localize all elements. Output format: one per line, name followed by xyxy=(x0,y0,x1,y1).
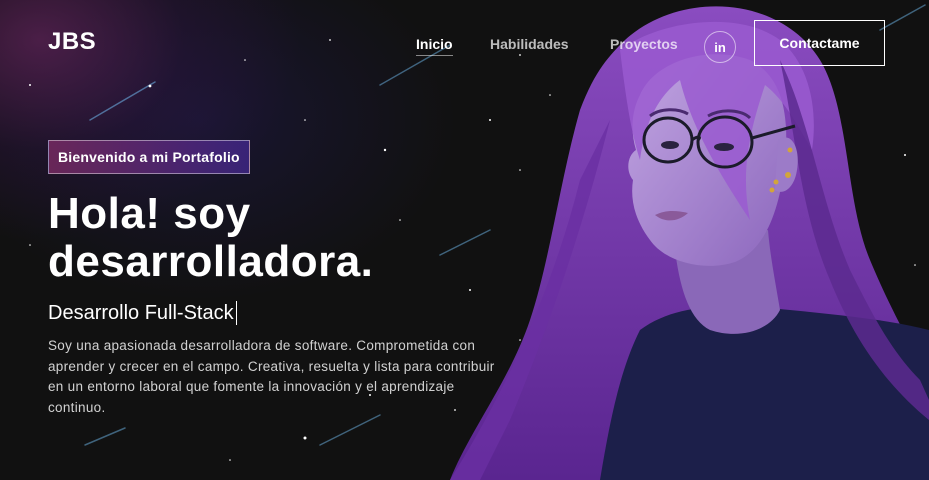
star xyxy=(303,436,307,440)
logo[interactable]: JBS xyxy=(48,28,96,56)
shooting-star xyxy=(319,414,381,446)
star xyxy=(29,244,31,246)
linkedin-icon[interactable]: in xyxy=(704,31,736,63)
top-navbar: JBS Inicio Habilidades Proyectos in Cont… xyxy=(0,0,929,90)
star xyxy=(229,459,231,461)
nav-link-proyectos[interactable]: Proyectos xyxy=(610,36,678,52)
hero-title: Hola! soy desarrolladora. xyxy=(48,190,508,286)
star xyxy=(304,119,306,121)
linkedin-label: in xyxy=(714,39,726,55)
hero-section: Bienvenido a mi Portafolio Hola! soy des… xyxy=(48,140,508,418)
shooting-star xyxy=(84,427,126,446)
hero-title-line2: desarrolladora. xyxy=(48,237,374,286)
hero-title-line1: Hola! soy xyxy=(48,189,251,238)
nav-link-inicio[interactable]: Inicio xyxy=(416,36,453,56)
hero-subtitle-text: Desarrollo Full-Stack xyxy=(48,302,234,324)
eye-right xyxy=(714,143,734,151)
typing-cursor xyxy=(235,301,237,325)
contact-button[interactable]: Contactame xyxy=(754,20,885,66)
welcome-tagline: Bienvenido a mi Portafolio xyxy=(48,140,250,174)
hero-description: Soy una apasionada desarrolladora de sof… xyxy=(48,338,495,415)
hero-subtitle: Desarrollo Full-Stack xyxy=(48,300,508,326)
eye-left xyxy=(661,141,679,149)
nav-link-habilidades[interactable]: Habilidades xyxy=(490,36,569,52)
